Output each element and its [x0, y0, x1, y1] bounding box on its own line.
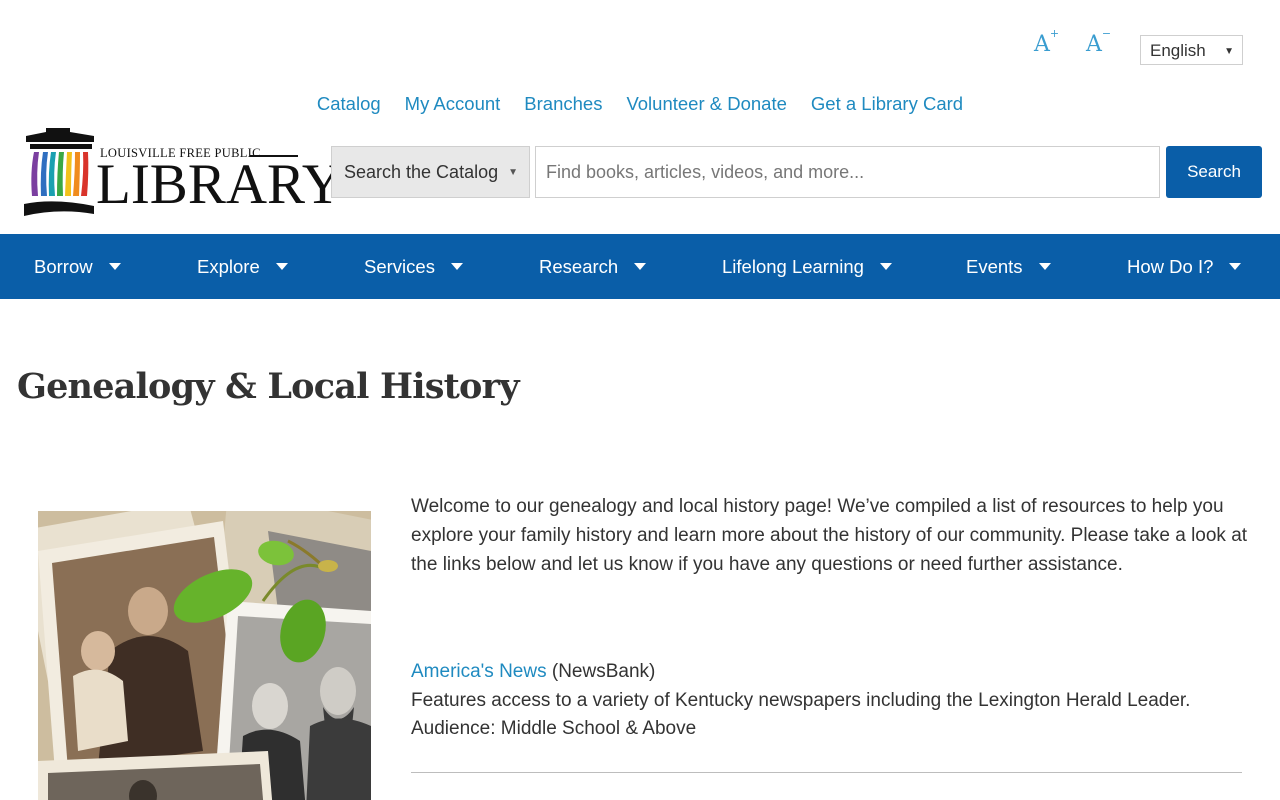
library-logo-icon [24, 128, 94, 216]
caret-down-icon [275, 263, 288, 270]
resource-provider: (NewsBank) [546, 661, 656, 682]
resource-item: America's News (NewsBank) Features acces… [411, 658, 1251, 744]
nav-item-label: Services [364, 255, 435, 277]
resource-description: Features access to a variety of Kentucky… [411, 689, 1191, 711]
plus-icon: + [1049, 26, 1060, 40]
top-link-branches[interactable]: Branches [524, 93, 602, 115]
nav-item-lifelong-learning[interactable]: Lifelong Learning [722, 234, 892, 299]
top-link-get-library-card[interactable]: Get a Library Card [811, 93, 963, 115]
search-button[interactable]: Search [1166, 146, 1262, 198]
nav-item-label: Research [539, 255, 619, 277]
main-nav: Borrow Explore Services Research Lifelon… [0, 234, 1280, 299]
search-input[interactable] [535, 146, 1160, 198]
search-scope-value: Search the Catalog [344, 162, 499, 182]
caret-down-icon [450, 263, 463, 270]
nav-item-how-do-i[interactable]: How Do I? [1127, 234, 1242, 299]
caret-down-icon [879, 263, 892, 270]
nav-item-label: Events [966, 255, 1023, 277]
nav-item-label: Explore [197, 255, 260, 277]
nav-item-explore[interactable]: Explore [197, 234, 288, 299]
increase-font-size-button[interactable]: A+ [1034, 27, 1059, 57]
nav-item-research[interactable]: Research [539, 234, 647, 299]
top-link-catalog[interactable]: Catalog [317, 93, 381, 115]
language-select-value: English [1150, 41, 1206, 60]
top-links: Catalog My Account Branches Volunteer & … [0, 93, 1280, 115]
resource-divider [411, 772, 1242, 773]
page-title: Genealogy & Local History [17, 366, 520, 407]
nav-item-events[interactable]: Events [966, 234, 1051, 299]
nav-item-label: Borrow [34, 255, 93, 277]
font-increase-glyph: A [1034, 32, 1050, 57]
logo-wordmark: LIBRARY [96, 153, 344, 216]
caret-down-icon [108, 263, 121, 270]
resource-title-line: America's News (NewsBank) [411, 658, 1251, 687]
chevron-down-icon: ▼ [1224, 46, 1234, 57]
nav-item-borrow[interactable]: Borrow [34, 234, 121, 299]
resource-link-americas-news[interactable]: America's News [411, 661, 547, 682]
decrease-font-size-button[interactable]: A− [1086, 27, 1111, 57]
font-decrease-glyph: A [1086, 32, 1102, 57]
caret-down-icon [1229, 263, 1242, 270]
top-link-volunteer-donate[interactable]: Volunteer & Donate [626, 93, 786, 115]
nav-item-services[interactable]: Services [364, 234, 463, 299]
top-link-my-account[interactable]: My Account [405, 93, 501, 115]
search-scope-select[interactable]: Search the Catalog ▼ [331, 146, 530, 198]
nav-item-label: How Do I? [1127, 255, 1214, 277]
language-select[interactable]: English ▼ [1140, 35, 1243, 65]
caret-down-icon [634, 263, 647, 270]
resource-audience: Audience: Middle School & Above [411, 718, 697, 739]
genealogy-photo-collage-image [38, 511, 371, 800]
intro-paragraph: Welcome to our genealogy and local histo… [411, 496, 1248, 575]
minus-icon: − [1101, 26, 1112, 40]
library-logo[interactable]: LOUISVILLE FREE PUBLIC LIBRARY [24, 126, 343, 218]
caret-down-icon [1038, 263, 1051, 270]
chevron-down-icon: ▼ [508, 167, 518, 178]
nav-item-label: Lifelong Learning [722, 255, 864, 277]
